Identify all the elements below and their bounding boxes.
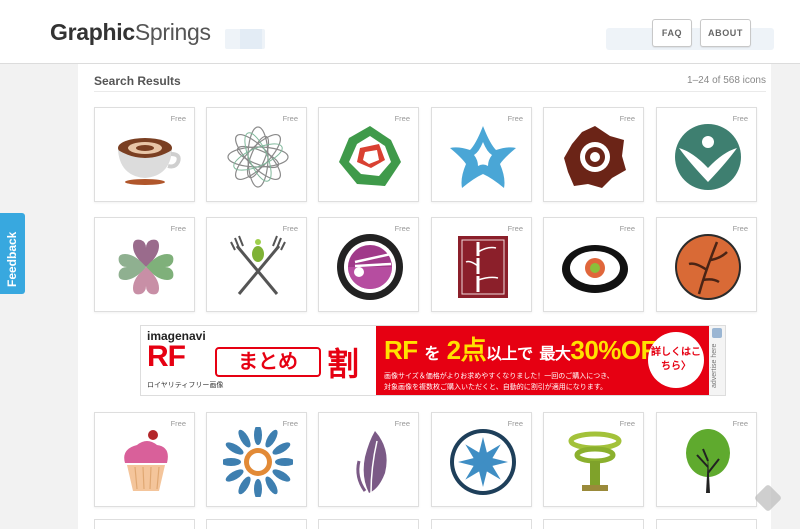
ad-side-strip[interactable]: advertise here: [709, 326, 725, 395]
ad-right-panel: RF を 2点以上で 最大30%OFF 画像サイズ＆価格がよりお求めやすくなりま…: [376, 326, 709, 395]
icon-tile[interactable]: Free: [656, 107, 757, 202]
faq-button[interactable]: FAQ: [652, 19, 692, 47]
cupcake-icon: [124, 430, 168, 491]
search-button-ghost: [240, 29, 262, 49]
logo-regular-text: Springs: [134, 19, 211, 45]
icon-tile-partial[interactable]: [94, 519, 195, 529]
icon-tile-partial[interactable]: [543, 519, 644, 529]
fork-knife-icon: [230, 235, 286, 295]
ad-headline-2ten: 2点: [446, 335, 487, 365]
ad-headline: RF を 2点以上で 最大30%OFF: [384, 330, 672, 367]
coffee-cup-icon: [118, 138, 181, 185]
sunflower-icon: [223, 427, 293, 497]
results-divider: [94, 91, 766, 92]
ad-matome-text: まとめ: [215, 347, 321, 377]
icon-tile[interactable]: Free: [94, 217, 195, 312]
chopsticks-plate-icon: [337, 234, 403, 300]
bamboo-frame-icon: [458, 236, 508, 298]
icon-tile[interactable]: Free: [206, 217, 307, 312]
brown-flower-icon: [564, 126, 626, 188]
leaf-icon: [356, 431, 387, 494]
branch-circle-icon: [675, 234, 741, 300]
icon-tile[interactable]: Free: [656, 412, 757, 507]
person-circle-icon: [675, 124, 741, 190]
icon-tile-partial[interactable]: [656, 519, 757, 529]
icon-tile[interactable]: Free: [431, 412, 532, 507]
ad-cta-button[interactable]: 詳しくはこちら〉: [648, 332, 704, 388]
about-button[interactable]: ABOUT: [700, 19, 751, 47]
feedback-label: Feedback: [5, 231, 19, 287]
ad-headline-wo: を: [424, 346, 440, 363]
icon-tile[interactable]: Free: [543, 412, 644, 507]
icon-tile[interactable]: Free: [543, 107, 644, 202]
icon-tile[interactable]: Free: [543, 217, 644, 312]
blue-star-icon: [450, 126, 516, 188]
icon-tile[interactable]: Free: [318, 412, 419, 507]
results-title: Search Results: [94, 74, 181, 88]
spiral-tree-icon: [568, 431, 622, 491]
icon-tile[interactable]: Free: [318, 217, 419, 312]
ad-sub-text: ロイヤリティフリー画像: [147, 382, 224, 389]
snowflake-circle-icon: [450, 429, 516, 495]
ad-choices-icon[interactable]: [712, 328, 722, 338]
top-bar: GraphicSprings FAQ ABOUT: [0, 0, 800, 64]
ad-left-panel: imagenavi RF まとめ 割 ロイヤリティフリー画像: [141, 326, 376, 395]
icon-tile[interactable]: Free: [206, 107, 307, 202]
icon-tile-partial[interactable]: [431, 519, 532, 529]
icon-tile[interactable]: Free: [94, 412, 195, 507]
icon-tile[interactable]: Free: [94, 107, 195, 202]
site-logo[interactable]: GraphicSprings: [50, 19, 211, 46]
results-count: 1–24 of 568 icons: [687, 75, 766, 86]
icon-tile[interactable]: Free: [318, 107, 419, 202]
ad-headline-max: 最大: [539, 346, 571, 363]
ad-headline-rf: RF: [384, 335, 418, 365]
green-tree-icon: [686, 429, 730, 493]
ad-line-1: 画像サイズ＆価格がよりお求めやすくなりました！一回のご購入につき、: [384, 373, 614, 380]
wire-flower-icon: [227, 126, 289, 188]
icon-tile[interactable]: Free: [431, 217, 532, 312]
advertise-here-link[interactable]: advertise here: [711, 344, 718, 388]
feedback-tab[interactable]: Feedback: [0, 213, 25, 294]
logo-bold-text: Graphic: [50, 19, 135, 45]
ad-line-2: 対象画像を複数枚ご購入いただくと、自動的に割引が適用になります。: [384, 384, 608, 391]
green-red-flower-icon: [339, 126, 401, 186]
heart-clover-icon: [118, 239, 174, 295]
icon-tile-partial[interactable]: [206, 519, 307, 529]
icon-tile-partial[interactable]: [318, 519, 419, 529]
sushi-roll-icon: [562, 245, 628, 293]
ad-headline-ijou: 以上で: [486, 346, 533, 363]
ad-banner[interactable]: imagenavi RF まとめ 割 ロイヤリティフリー画像 RF を 2点以上…: [140, 325, 726, 396]
icon-tile[interactable]: Free: [431, 107, 532, 202]
ad-rf-text: RF: [147, 340, 186, 373]
icon-tile[interactable]: Free: [206, 412, 307, 507]
ad-wari-text: 割: [327, 346, 360, 382]
icon-tile[interactable]: Free: [656, 217, 757, 312]
